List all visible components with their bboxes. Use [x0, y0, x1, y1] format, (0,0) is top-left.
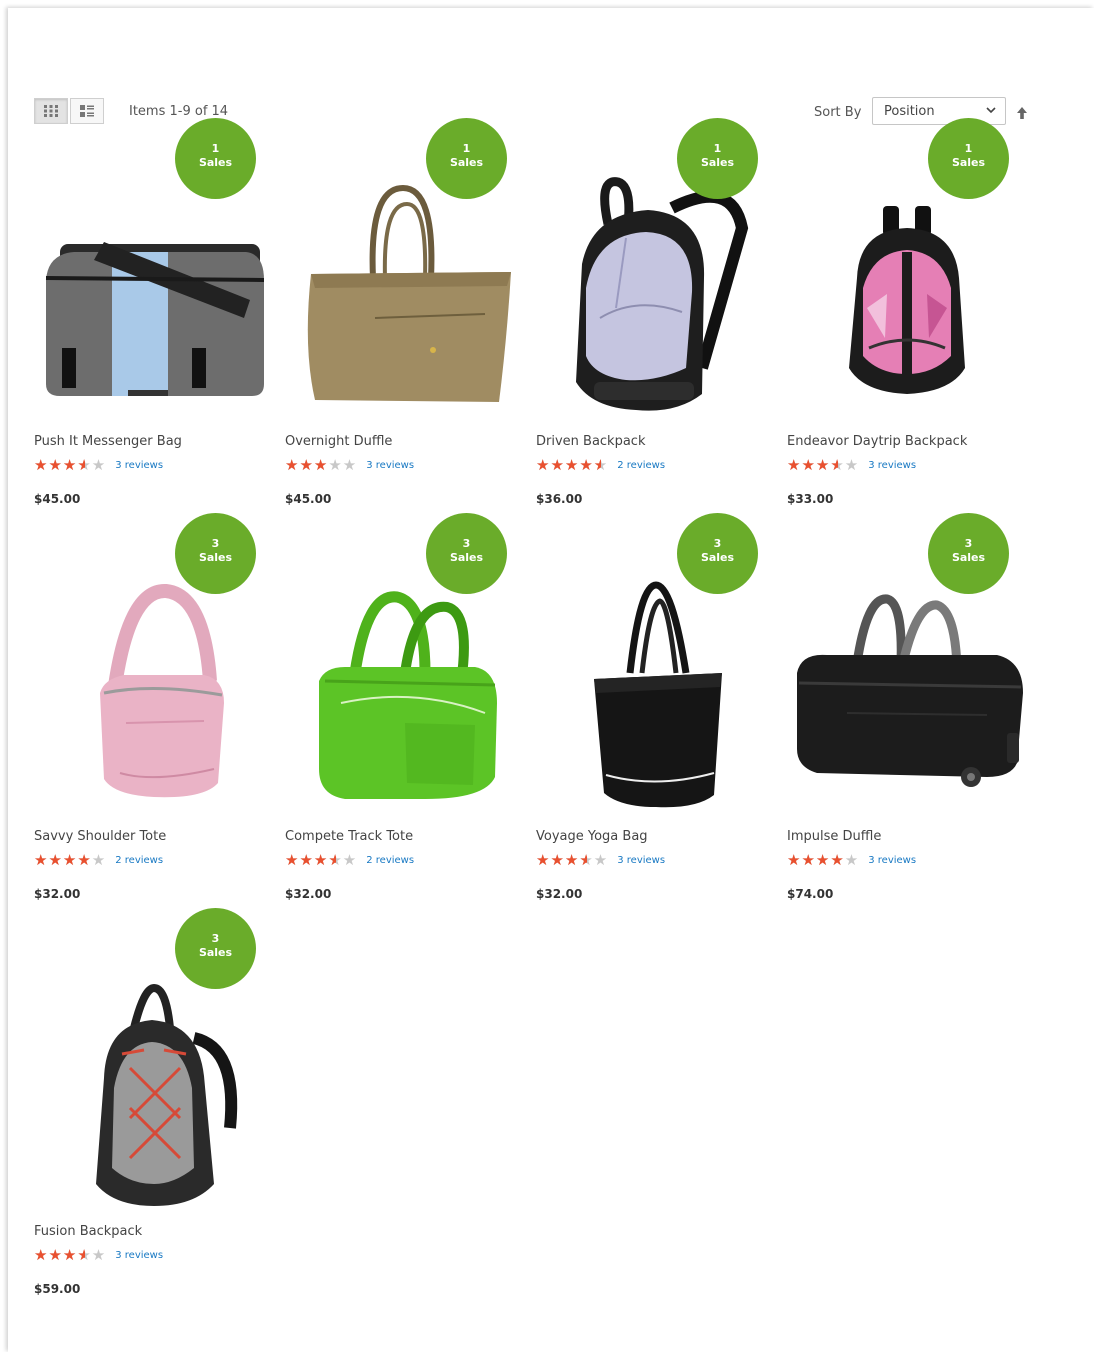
rating-stars: ★★★★★★★★★★ — [536, 456, 609, 474]
product-image-yoga-bag[interactable] — [536, 563, 776, 823]
product-name[interactable]: Push It Messenger Bag — [34, 434, 182, 449]
product-item[interactable]: 1 Sales Overnight Duffle ★★★★★★★★★★ 3 re… — [285, 118, 525, 506]
product-price: $32.00 — [536, 887, 583, 901]
product-name[interactable]: Voyage Yoga Bag — [536, 829, 648, 844]
rating-stars: ★★★★★★★★★★ — [787, 851, 860, 869]
product-item[interactable]: 1 Sales Push It Messenger Bag ★★★★★★★★★★… — [34, 118, 274, 506]
rating-stars: ★★★★★★★★★★ — [34, 456, 107, 474]
product-rating: ★★★★★★★★★★ 2 reviews — [536, 457, 665, 473]
sales-badge: 1 Sales — [426, 118, 507, 199]
product-rating: ★★★★★★★★★★ 2 reviews — [34, 852, 163, 868]
reviews-link[interactable]: 3 reviews — [617, 855, 665, 866]
product-rating: ★★★★★★★★★★ 3 reviews — [787, 852, 916, 868]
product-price: $45.00 — [34, 492, 81, 506]
product-image-impulse-duffle[interactable] — [787, 563, 1027, 823]
product-image-messenger-bag[interactable] — [34, 168, 274, 428]
sales-count: 3 — [462, 537, 471, 550]
toolbar-amount: Items 1-9 of 14 — [129, 104, 229, 119]
product-listing-page: Items 1-9 of 14 Sort By Position 1 Sales… — [8, 8, 1094, 1352]
product-item[interactable]: 3 Sales Compete Track Tote ★★★★★★★★★★ 2 … — [285, 513, 525, 901]
product-price: $59.00 — [34, 1282, 81, 1296]
sales-label: Sales — [449, 156, 484, 169]
sales-count: 3 — [211, 932, 220, 945]
sales-badge: 3 Sales — [677, 513, 758, 594]
grid-icon — [44, 105, 58, 117]
product-name[interactable]: Savvy Shoulder Tote — [34, 829, 166, 844]
product-name[interactable]: Driven Backpack — [536, 434, 645, 449]
sales-label: Sales — [198, 946, 233, 959]
sales-label: Sales — [951, 156, 986, 169]
sales-badge: 1 Sales — [175, 118, 256, 199]
sales-label: Sales — [700, 551, 735, 564]
product-image-driven-backpack[interactable] — [536, 168, 776, 428]
sales-label: Sales — [449, 551, 484, 564]
rating-stars: ★★★★★★★★★★ — [787, 456, 860, 474]
product-price: $36.00 — [536, 492, 583, 506]
rating-stars: ★★★★★★★★★★ — [536, 851, 609, 869]
product-image-endeavor-backpack[interactable] — [787, 168, 1027, 428]
product-image-track-tote[interactable] — [285, 563, 525, 823]
sales-badge: 3 Sales — [175, 908, 256, 989]
sort-by-selected-value: Position — [884, 104, 935, 119]
sales-count: 1 — [462, 142, 471, 155]
reviews-link[interactable]: 3 reviews — [366, 460, 414, 471]
product-price: $32.00 — [34, 887, 81, 901]
reviews-link[interactable]: 2 reviews — [115, 855, 163, 866]
product-name[interactable]: Impulse Duffle — [787, 829, 881, 844]
sales-label: Sales — [700, 156, 735, 169]
sales-count: 3 — [211, 537, 220, 550]
product-price: $74.00 — [787, 887, 834, 901]
product-image-fusion-backpack[interactable] — [34, 958, 274, 1218]
sales-badge: 3 Sales — [928, 513, 1009, 594]
reviews-link[interactable]: 3 reviews — [115, 1250, 163, 1261]
product-item[interactable]: 1 Sales Driven Backpack ★★★★★★★★★★ 2 rev… — [536, 118, 776, 506]
sales-badge: 1 Sales — [677, 118, 758, 199]
list-icon — [80, 105, 94, 117]
product-rating: ★★★★★★★★★★ 3 reviews — [34, 1247, 163, 1263]
product-rating: ★★★★★★★★★★ 3 reviews — [787, 457, 916, 473]
rating-stars: ★★★★★★★★★★ — [285, 851, 358, 869]
reviews-link[interactable]: 3 reviews — [868, 460, 916, 471]
product-name[interactable]: Fusion Backpack — [34, 1224, 142, 1239]
rating-stars: ★★★★★★★★★★ — [34, 1246, 107, 1264]
product-price: $33.00 — [787, 492, 834, 506]
product-item[interactable]: 3 Sales Savvy Shoulder Tote ★★★★★★★★★★ 2… — [34, 513, 274, 901]
product-item[interactable]: 3 Sales Voyage Yoga Bag ★★★★★★★★★★ 3 rev… — [536, 513, 776, 901]
product-rating: ★★★★★★★★★★ 3 reviews — [285, 457, 414, 473]
product-price: $32.00 — [285, 887, 332, 901]
product-image-overnight-duffle[interactable] — [285, 168, 525, 428]
sales-badge: 1 Sales — [928, 118, 1009, 199]
reviews-link[interactable]: 3 reviews — [868, 855, 916, 866]
product-name[interactable]: Endeavor Daytrip Backpack — [787, 434, 967, 449]
reviews-link[interactable]: 3 reviews — [115, 460, 163, 471]
product-price: $45.00 — [285, 492, 332, 506]
product-item[interactable]: 3 Sales Impulse Duffle ★★★★★★★★★★ 3 revi… — [787, 513, 1027, 901]
chevron-down-icon — [986, 107, 996, 114]
sales-count: 1 — [964, 142, 973, 155]
sales-label: Sales — [198, 551, 233, 564]
sales-label: Sales — [951, 551, 986, 564]
sales-badge: 3 Sales — [426, 513, 507, 594]
rating-stars: ★★★★★★★★★★ — [34, 851, 107, 869]
product-item[interactable]: 1 Sales Endeavor Daytrip Backpack ★★★★★ ★… — [787, 118, 1027, 506]
product-name[interactable]: Overnight Duffle — [285, 434, 392, 449]
product-item[interactable]: 3 Sales Fusion Backpack ★★★★★★★★★★ 3 rev… — [34, 908, 274, 1296]
product-name[interactable]: Compete Track Tote — [285, 829, 413, 844]
rating-stars: ★★★★★★★★★★ — [285, 456, 358, 474]
sales-count: 3 — [964, 537, 973, 550]
sales-badge: 3 Sales — [175, 513, 256, 594]
product-rating: ★★★★★★★★★★ 3 reviews — [34, 457, 163, 473]
sales-label: Sales — [198, 156, 233, 169]
product-image-shoulder-tote[interactable] — [34, 563, 274, 823]
sales-count: 1 — [211, 142, 220, 155]
product-rating: ★★★★★★★★★★ 2 reviews — [285, 852, 414, 868]
product-rating: ★★★★★★★★★★ 3 reviews — [536, 852, 665, 868]
sales-count: 1 — [713, 142, 722, 155]
reviews-link[interactable]: 2 reviews — [366, 855, 414, 866]
sales-count: 3 — [713, 537, 722, 550]
reviews-link[interactable]: 2 reviews — [617, 460, 665, 471]
